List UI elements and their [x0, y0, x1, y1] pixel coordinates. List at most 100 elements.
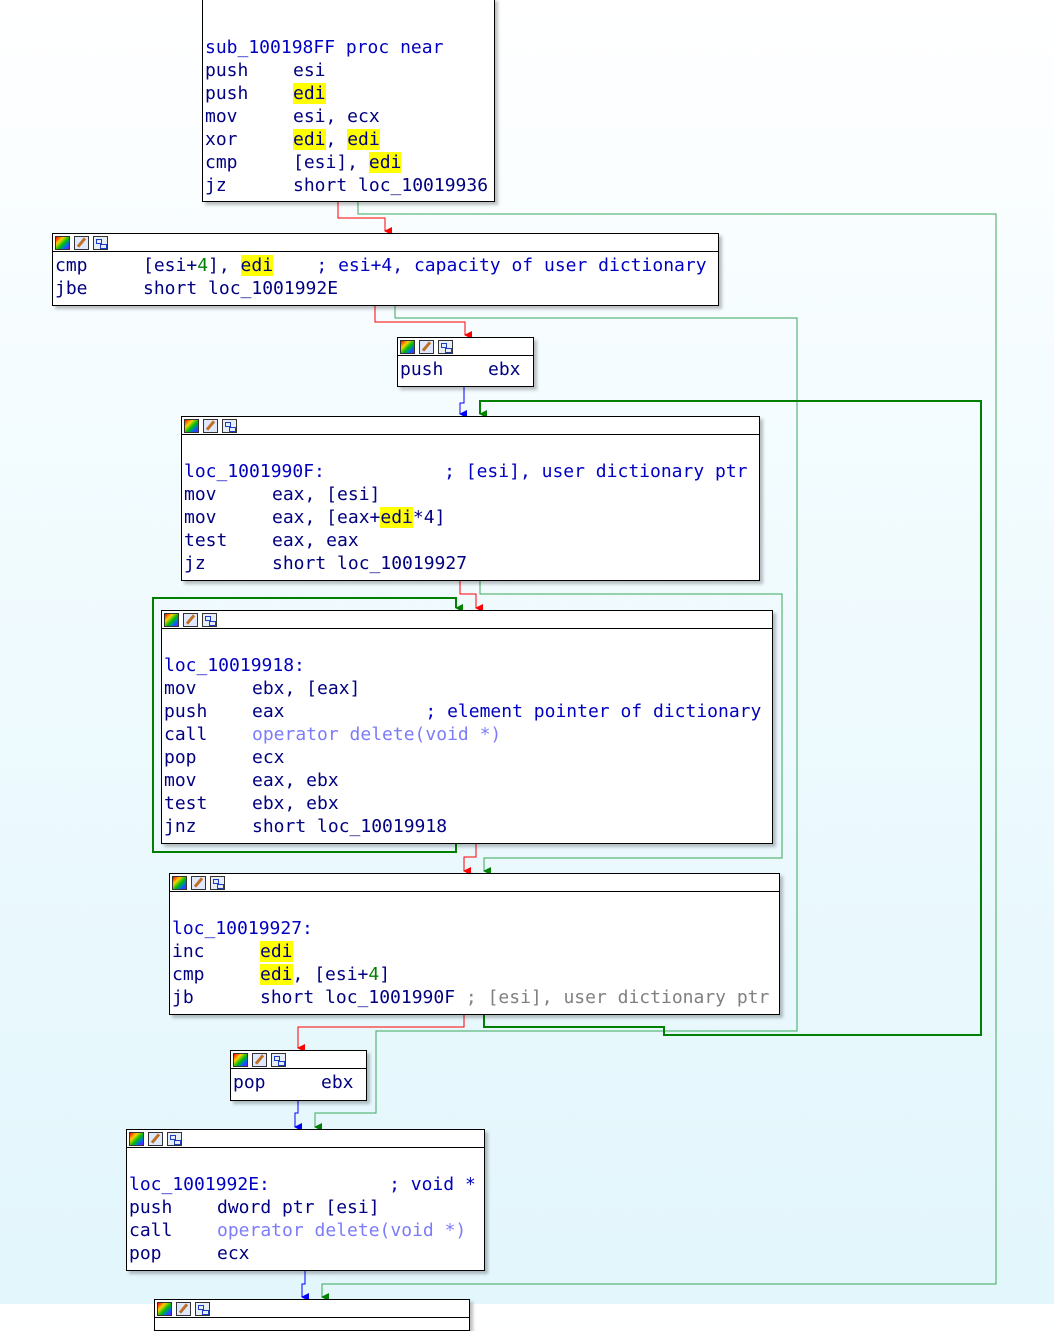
asm-instruction: pop ecx [129, 1242, 484, 1265]
highlighted-register[interactable]: edi [347, 129, 380, 150]
edit-pencil-icon[interactable] [74, 236, 89, 250]
block-header [231, 1051, 366, 1069]
graph-view-icon[interactable] [271, 1053, 286, 1067]
code-block-loc-10019927[interactable]: loc_10019927: inc edi cmp edi, [esi+4] jb shor… [169, 873, 780, 1015]
mnemonic: call [164, 724, 208, 745]
edge-b3-b4 [459, 386, 467, 418]
code-block-sub-100198ff[interactable]: sub_100198FF proc near push esi push edi mov e… [202, 0, 495, 202]
graph-view-icon[interactable] [202, 613, 217, 627]
code-block-pop-ebx[interactable]: pop ebx [230, 1050, 367, 1101]
color-palette-icon[interactable] [129, 1132, 144, 1146]
graph-view-icon[interactable] [195, 1302, 210, 1316]
code-label: loc_1001990F: ; [esi], user dictionary p… [184, 461, 748, 482]
code-block-push-ebx[interactable]: push ebx [397, 337, 534, 387]
color-palette-icon[interactable] [164, 613, 179, 627]
mnemonic: mov [164, 770, 197, 791]
operand: ecx [217, 1243, 250, 1264]
highlighted-register[interactable]: edi [380, 507, 413, 528]
asm-instruction: mov esi, ecx [205, 105, 494, 128]
operand: ], [208, 255, 241, 276]
graph-view-icon[interactable] [210, 876, 225, 890]
asm-instruction: jz short loc_10019927 [184, 552, 759, 575]
highlighted-register[interactable]: edi [240, 255, 274, 276]
operand: ebx [321, 1072, 354, 1093]
mnemonic: push [129, 1197, 173, 1218]
operand: short loc_10019936 [293, 175, 489, 196]
asm-comment: ; [esi], user dictionary ptr [455, 987, 770, 1008]
highlighted-register[interactable]: edi [260, 941, 293, 962]
mnemonic: inc [172, 941, 205, 962]
edit-pencil-icon[interactable] [252, 1053, 267, 1067]
code-block-loc-1001990f[interactable]: loc_1001990F: ; [esi], user dictionary p… [181, 416, 760, 581]
operand: eax, [esi] [272, 484, 381, 505]
operand: [esi], [293, 152, 369, 173]
asm-instruction: mov eax, ebx [164, 769, 772, 792]
code-label: loc_10019918: [164, 655, 305, 676]
graph-view-icon[interactable] [438, 340, 453, 354]
operand: short loc_1001990F [260, 987, 456, 1008]
edit-pencil-icon[interactable] [183, 613, 198, 627]
block-header [162, 611, 772, 629]
mnemonic: xor [205, 129, 238, 150]
mnemonic: mov [205, 106, 238, 127]
operand: eax [252, 701, 285, 722]
code-label: sub_100198FF proc near [205, 37, 444, 58]
mnemonic: cmp [172, 964, 205, 985]
asm-instruction: cmp edi, [esi+4] [172, 963, 779, 986]
block-header [127, 1130, 484, 1148]
code-block-capacity-check[interactable]: cmp [esi+4], edi ; esi+4, capacity of use… [52, 233, 719, 306]
mnemonic: push [400, 359, 444, 380]
color-palette-icon[interactable] [184, 419, 199, 433]
highlighted-register[interactable]: edi [293, 83, 326, 104]
color-palette-icon[interactable] [233, 1053, 248, 1067]
asm-instruction: push dword ptr [esi] [129, 1196, 484, 1219]
mnemonic: jz [205, 175, 227, 196]
color-palette-icon[interactable] [400, 340, 415, 354]
operand: ebx, [eax] [252, 678, 361, 699]
asm-instruction: pop ebx [233, 1071, 366, 1094]
mnemonic: pop [233, 1072, 266, 1093]
code-label: loc_10019927: [172, 918, 313, 939]
edit-pencil-icon[interactable] [148, 1132, 163, 1146]
edge-b7-b8 [294, 1100, 302, 1131]
code-label: loc_1001992E: ; void * [129, 1174, 476, 1195]
api-reference[interactable]: operator delete(void *) [217, 1220, 466, 1241]
graph-view-icon[interactable] [222, 419, 237, 433]
asm-comment: ; esi+4, capacity of user dictionary [273, 255, 707, 276]
asm-instruction: pop ecx [164, 746, 772, 769]
graph-view-icon[interactable] [167, 1132, 182, 1146]
color-palette-icon[interactable] [55, 236, 70, 250]
edge-b2-b3 [374, 305, 472, 339]
operand: short loc_10019918 [252, 816, 448, 837]
mnemonic: pop [164, 747, 197, 768]
operand: , [esi+ [292, 964, 369, 985]
asm-instruction: push edi [205, 82, 494, 105]
asm-instruction: call operator delete(void *) [129, 1219, 484, 1242]
highlighted-register[interactable]: edi [260, 964, 293, 985]
asm-instruction: jz short loc_10019936 [205, 174, 494, 197]
mnemonic: cmp [205, 152, 238, 173]
mnemonic: jz [184, 553, 206, 574]
edge-b4-b5 [459, 580, 483, 612]
asm-instruction: mov eax, [esi] [184, 483, 759, 506]
highlighted-register[interactable]: edi [293, 129, 326, 150]
immediate-value: 4 [368, 964, 380, 985]
color-palette-icon[interactable] [172, 876, 187, 890]
operand: [esi+ [143, 255, 198, 276]
edit-pencil-icon[interactable] [176, 1302, 191, 1316]
asm-instruction: mov eax, [eax+edi*4] [184, 506, 759, 529]
code-block-loc-1001992e[interactable]: loc_1001992E: ; void * push dword ptr [esi… [126, 1129, 485, 1271]
asm-instruction: cmp [esi], edi [205, 151, 494, 174]
mnemonic: jb [172, 987, 194, 1008]
code-block-loc-10019918[interactable]: loc_10019918: mov ebx, [eax] push eax ; elem… [161, 610, 773, 844]
highlighted-register[interactable]: edi [368, 152, 402, 173]
edge-b1-b2 [337, 201, 392, 235]
color-palette-icon[interactable] [157, 1302, 172, 1316]
graph-view-icon[interactable] [93, 236, 108, 250]
edit-pencil-icon[interactable] [203, 419, 218, 433]
edit-pencil-icon[interactable] [191, 876, 206, 890]
api-reference[interactable]: operator delete(void *) [252, 724, 501, 745]
edit-pencil-icon[interactable] [419, 340, 434, 354]
